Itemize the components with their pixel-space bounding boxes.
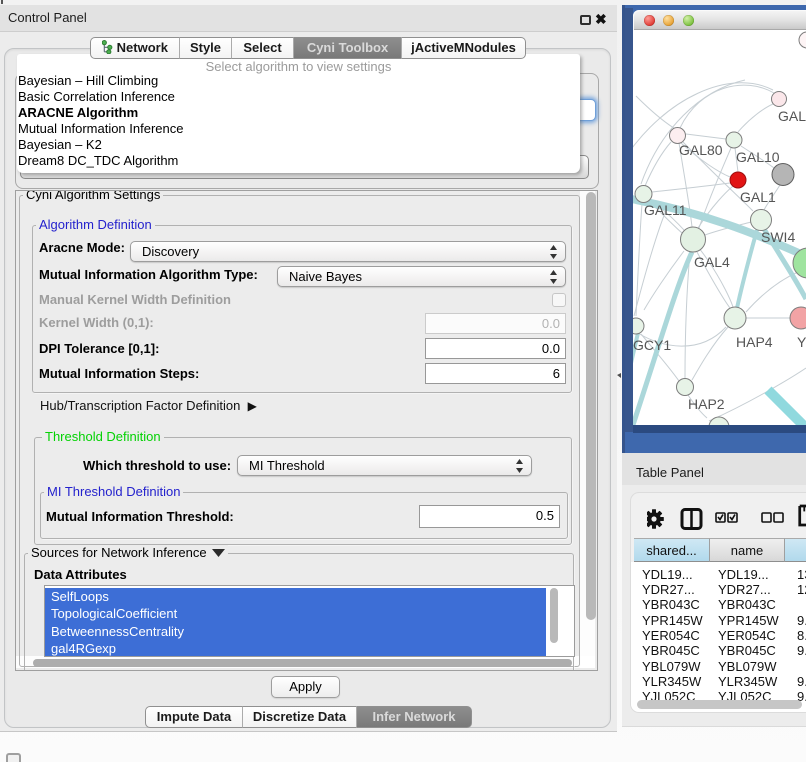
svg-text:YJ: YJ [797,334,806,350]
svg-text:SWI4: SWI4 [761,229,795,245]
svg-text:HAP4: HAP4 [736,334,773,350]
svg-text:GAL80: GAL80 [679,142,723,158]
svg-text:GCY1: GCY1 [633,337,671,353]
svg-text:GAL1: GAL1 [740,189,776,205]
svg-text:HAP2: HAP2 [688,396,725,412]
svg-text:GAL10: GAL10 [736,149,780,165]
svg-text:GAL7: GAL7 [778,108,806,124]
svg-text:GAL4: GAL4 [694,254,730,270]
svg-text:GAL11: GAL11 [644,202,687,218]
